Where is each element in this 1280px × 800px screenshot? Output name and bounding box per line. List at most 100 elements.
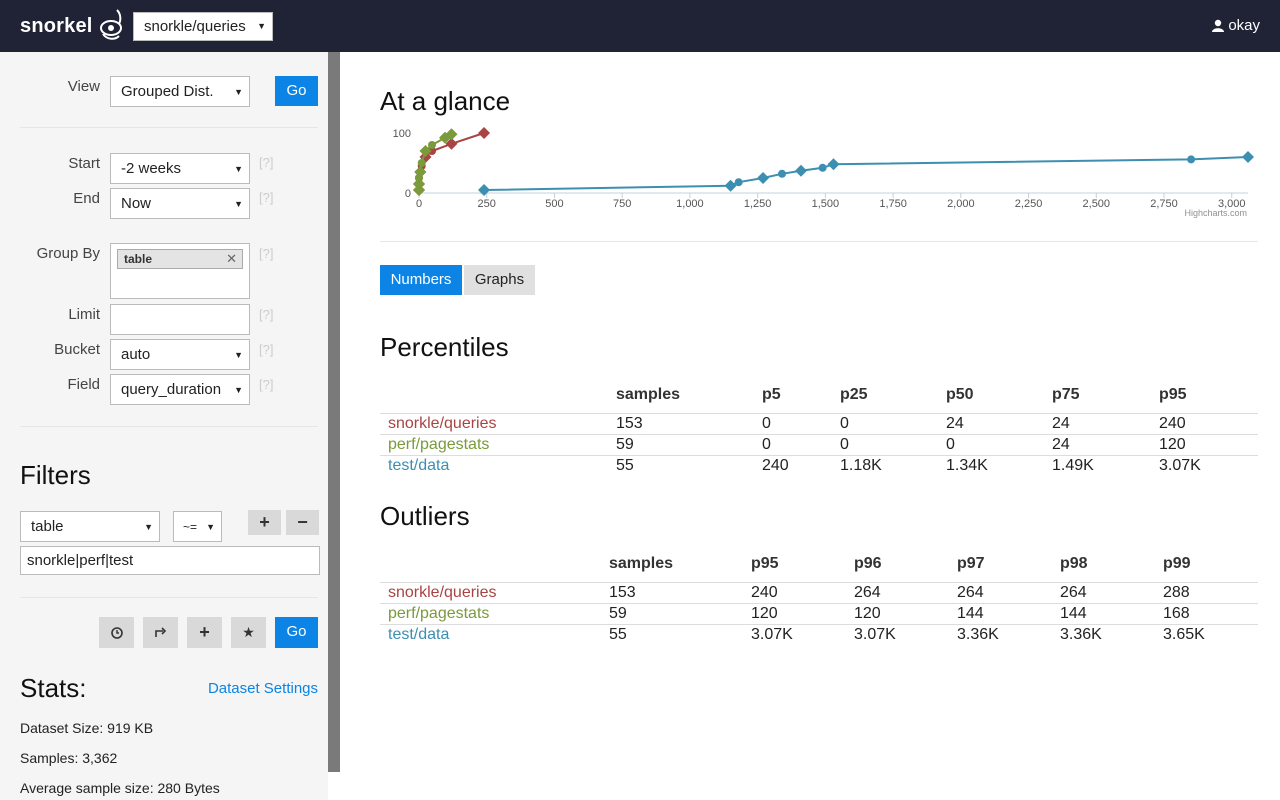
series-link[interactable]: test/data [388, 626, 449, 644]
favorite-button[interactable]: ★ [231, 617, 266, 648]
table-cell: 0 [840, 415, 849, 432]
x-tick-label: 2,750 [1150, 198, 1178, 210]
table-cell: 144 [1060, 605, 1087, 622]
user-name: okay [1228, 17, 1260, 34]
filter-value-input[interactable] [20, 546, 320, 575]
column-header: samples [616, 386, 681, 403]
bucket-label: Bucket [54, 341, 100, 358]
add-filter-button[interactable]: + [248, 510, 281, 535]
limit-input[interactable] [110, 304, 250, 335]
filters-title: Filters [20, 460, 91, 490]
column-header: p95 [751, 555, 779, 572]
dataset-select-value: snorkle/queries [144, 18, 246, 35]
filter-field-select[interactable]: table ▼ [20, 511, 160, 542]
tab-numbers[interactable]: Numbers [380, 265, 462, 295]
sidebar-scrollbar-thumb[interactable] [328, 52, 340, 772]
history-button[interactable] [99, 617, 134, 648]
column-header: samples [609, 555, 674, 572]
run-query-button[interactable]: Go [275, 617, 318, 648]
table-cell: 264 [957, 584, 984, 601]
divider [20, 127, 318, 128]
dataset-settings-link[interactable]: Dataset Settings [208, 680, 318, 697]
brand[interactable]: snorkel [20, 6, 125, 46]
percentiles-title: Percentiles [380, 332, 509, 362]
top-navbar: snorkel snorkle/queries ▼ okay [0, 0, 1280, 52]
end-help-link[interactable]: [?] [259, 190, 273, 205]
end-label: End [73, 190, 100, 207]
series-link[interactable]: snorkle/queries [388, 415, 497, 433]
filter-op-select[interactable]: ~= ▼ [173, 511, 222, 542]
x-tick-label: 250 [478, 198, 496, 210]
divider [20, 597, 318, 598]
chart-credits: Highcharts.com [1184, 208, 1247, 218]
field-help-link[interactable]: [?] [259, 377, 273, 392]
start-help-link[interactable]: [?] [259, 155, 273, 170]
field-select[interactable]: query_duration ▼ [110, 374, 250, 405]
y-tick-label: 100 [393, 128, 411, 140]
user-menu[interactable]: okay [1212, 17, 1260, 34]
start-label: Start [68, 155, 100, 172]
table-cell: 168 [1163, 605, 1190, 622]
data-point [1242, 151, 1254, 163]
groupby-tag-label: table [124, 252, 153, 266]
start-select-value: -2 weeks [121, 160, 182, 177]
view-go-button[interactable]: Go [275, 76, 318, 106]
column-header: p98 [1060, 555, 1088, 572]
remove-filter-button[interactable]: − [286, 510, 319, 535]
x-tick-label: 1,000 [676, 198, 704, 210]
bucket-help-link[interactable]: [?] [259, 342, 273, 357]
data-point [827, 158, 840, 171]
table-cell: 240 [1159, 415, 1186, 432]
series-link[interactable]: perf/pagestats [388, 605, 489, 623]
table-cell: 240 [762, 457, 789, 474]
table-cell: 0 [762, 415, 771, 432]
tab-graphs[interactable]: Graphs [464, 265, 535, 295]
caret-down-icon: ▼ [144, 522, 153, 532]
column-header: p25 [840, 386, 868, 403]
bucket-select[interactable]: auto ▼ [110, 339, 250, 370]
start-select[interactable]: -2 weeks ▼ [110, 153, 250, 184]
table-cell: 1.34K [946, 457, 988, 474]
end-select[interactable]: Now ▼ [110, 188, 250, 219]
filter-op-value: ~= [183, 520, 198, 534]
table-cell: 3.65K [1163, 626, 1205, 643]
view-select[interactable]: Grouped Dist. ▼ [110, 76, 250, 107]
column-header: p96 [854, 555, 882, 572]
caret-down-icon: ▼ [234, 87, 243, 97]
caret-down-icon: ▼ [234, 199, 243, 209]
x-tick-label: 500 [545, 198, 563, 210]
view-select-value: Grouped Dist. [121, 83, 214, 100]
table-cell: 24 [946, 415, 964, 432]
share-button[interactable] [143, 617, 178, 648]
data-point [478, 127, 491, 139]
data-point [417, 159, 426, 167]
remove-tag-icon[interactable]: ✕ [226, 251, 237, 267]
x-tick-label: 0 [416, 198, 422, 210]
table-cell: 59 [616, 436, 634, 453]
caret-down-icon: ▼ [234, 164, 243, 174]
divider [380, 241, 1258, 242]
table-cell: 59 [609, 605, 627, 622]
end-select-value: Now [121, 195, 152, 212]
groupby-help-link[interactable]: [?] [259, 246, 273, 261]
table-cell: 3.36K [957, 626, 999, 643]
stat-average-size: Average sample size: 280 Bytes [20, 780, 220, 796]
table-cell: 264 [854, 584, 881, 601]
snorkel-mask-icon [99, 9, 122, 40]
column-header: p5 [762, 386, 781, 403]
series-line [484, 156, 1249, 191]
column-header: p50 [946, 386, 974, 403]
table-cell: 0 [946, 436, 955, 453]
outliers-title: Outliers [380, 501, 470, 531]
series-link[interactable]: perf/pagestats [388, 436, 489, 454]
data-point [428, 141, 437, 149]
series-link[interactable]: test/data [388, 457, 449, 475]
groupby-multiselect[interactable]: table ✕ [110, 243, 250, 299]
series-link[interactable]: snorkle/queries [388, 584, 497, 602]
row-divider [380, 603, 1258, 604]
limit-help-link[interactable]: [?] [259, 307, 273, 322]
user-icon [1212, 19, 1225, 32]
dataset-select[interactable]: snorkle/queries ▼ [133, 12, 273, 41]
data-point [757, 172, 770, 184]
new-query-button[interactable]: + [187, 617, 222, 648]
